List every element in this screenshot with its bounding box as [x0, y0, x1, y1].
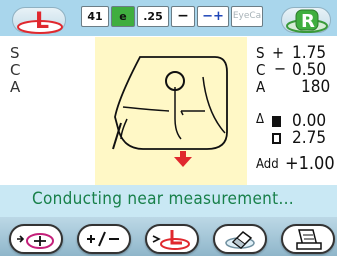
c-sign: − — [274, 59, 287, 78]
direction-arrow-head — [174, 157, 192, 167]
lens-side-button[interactable] — [145, 224, 199, 254]
top-toolbar: L 41 e .25 − −+ EyeCa R — [0, 0, 337, 36]
print-icon — [296, 229, 322, 250]
eraser-icon — [225, 231, 255, 249]
mode-button[interactable]: e — [111, 6, 135, 27]
near-point-button[interactable] — [9, 224, 63, 254]
lens-side-icon — [152, 230, 190, 250]
lens-near-curve — [202, 76, 226, 134]
clear-button[interactable] — [213, 224, 267, 254]
near-lens-icon — [17, 233, 54, 249]
right-lens-icon: R — [286, 9, 328, 33]
right-lens-button[interactable]: R — [281, 7, 331, 33]
lens-alignment-panel — [95, 37, 247, 185]
a-label: A — [256, 78, 266, 96]
plus-minus-button[interactable]: −+ — [197, 6, 229, 27]
status-message: Conducting near measurement... — [32, 189, 294, 209]
prism-label: Δ — [256, 112, 264, 127]
s-label: S — [256, 44, 265, 62]
left-lens-button[interactable]: L — [12, 7, 66, 34]
step-button[interactable]: .25 — [137, 6, 169, 27]
add-value: +1.00 — [285, 153, 335, 174]
label-c: C — [10, 61, 21, 79]
lens-horizontal-line — [122, 106, 205, 112]
lens-left-edge-mark — [120, 118, 128, 140]
print-button[interactable] — [281, 224, 335, 254]
lens-vertical-line — [174, 87, 182, 140]
left-lens-icon: L — [17, 9, 63, 34]
label-a: A — [10, 78, 21, 96]
plus-minus-icon — [87, 231, 119, 247]
lens-frame-shape — [114, 56, 228, 150]
direction-arrow-shaft — [180, 151, 186, 157]
lens-side-letter: L — [35, 9, 49, 34]
lens-diagram — [112, 56, 228, 167]
prism2-value: 2.75 — [292, 128, 327, 148]
measurement-number[interactable]: 41 — [81, 6, 109, 27]
a-value: 180 — [301, 77, 331, 97]
add-label: Add — [256, 157, 279, 172]
c-label: C — [256, 61, 266, 79]
right-side-letter: R — [301, 11, 315, 32]
prism-base-icon-1 — [272, 116, 281, 127]
eyecal-badge: EyeCa — [231, 6, 263, 27]
minus-button[interactable]: − — [171, 6, 195, 27]
sign-toggle-button[interactable] — [77, 224, 131, 254]
label-s: S — [10, 44, 20, 62]
prism-base-icon-2 — [272, 133, 281, 144]
